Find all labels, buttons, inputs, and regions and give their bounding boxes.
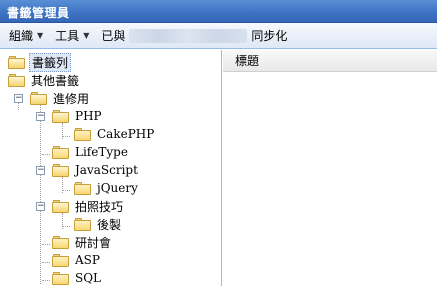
tree-node-advanced[interactable]: 進修用 [30,89,91,107]
tools-menu-button[interactable]: 工具 ▼ [51,26,93,46]
tree-node-label: 研討會 [75,235,112,250]
tree-node-sql[interactable]: SQL [52,269,103,286]
list-header: 標題 [223,50,437,72]
tree-node-label: JavaScript [75,163,138,177]
tree-line [42,262,50,263]
tree-line [42,244,50,245]
tree-node-bookmarks-bar[interactable]: 書籤列 [8,52,72,72]
tree-node-label: LifeType [75,145,128,159]
bookmark-tree: 書籤列 其他書籤 − 進修用 − PHP CakePHP LifeType − … [0,50,222,286]
folder-icon [52,253,69,267]
folder-icon [74,181,91,195]
tree-node-label: 進修用 [53,91,90,106]
tree-node-javascript[interactable]: JavaScript [52,161,140,179]
tree-node-php[interactable]: PHP [52,107,104,125]
collapse-toggle-icon[interactable]: − [36,112,45,121]
tree-node-post-processing[interactable]: 後製 [74,215,123,233]
tree-node-label: CakePHP [97,127,155,141]
tree-node-label: SQL [75,271,102,285]
sync-suffix: 同步化 [251,29,288,43]
tree-node-lifetype[interactable]: LifeType [52,143,130,161]
sync-status[interactable]: 已與 同步化 [97,26,291,46]
window-title: 書籤管理員 [7,6,70,20]
toolbar: 組織 ▼ 工具 ▼ 已與 同步化 [0,23,437,49]
column-header-title[interactable]: 標題 [235,52,259,69]
tree-node-asp[interactable]: ASP [52,251,102,269]
folder-icon [52,235,69,249]
tree-line [42,154,50,155]
folder-open-icon [8,55,25,69]
tree-node-label: PHP [75,109,102,123]
tree-line [62,190,70,191]
folder-open-icon [52,163,69,177]
folder-icon [52,271,69,285]
folder-icon [74,127,91,141]
folder-icon [74,217,91,231]
collapse-toggle-icon[interactable]: − [36,166,45,175]
tree-line [42,280,50,281]
dropdown-arrow-icon: ▼ [37,31,44,40]
redacted-account [129,28,248,43]
bookmark-list: 標題 [223,50,437,286]
folder-open-icon [30,91,47,105]
sync-prefix: 已與 [101,29,126,43]
tree-node-seminar[interactable]: 研討會 [52,233,113,251]
tree-node-label: jQuery [97,181,138,195]
tree-line [62,136,70,137]
tree-line [40,103,41,284]
tree-node-label: 拍照技巧 [75,199,124,214]
tree-node-label: 其他書籤 [31,73,80,88]
tree-node-other-bookmarks[interactable]: 其他書籤 [8,71,81,89]
organize-menu-button[interactable]: 組織 ▼ [5,26,47,46]
tree-node-label: ASP [75,253,100,267]
tree-line [18,103,19,110]
tree-node-cakephp[interactable]: CakePHP [74,125,156,143]
folder-open-icon [8,73,25,87]
collapse-toggle-icon[interactable]: − [14,94,23,103]
organize-label: 組織 [9,29,34,43]
collapse-toggle-icon[interactable]: − [36,202,45,211]
tree-node-label: 書籤列 [29,52,72,72]
tree-node-label: 後製 [97,217,122,232]
tools-label: 工具 [55,29,80,43]
folder-open-icon [52,109,69,123]
tree-node-jquery[interactable]: jQuery [74,179,140,197]
folder-open-icon [52,199,69,213]
tree-node-photo-tips[interactable]: 拍照技巧 [52,197,125,215]
dropdown-arrow-icon: ▼ [83,31,90,40]
tree-line [62,226,70,227]
folder-icon [52,145,69,159]
title-bar: 書籤管理員 [0,0,437,23]
